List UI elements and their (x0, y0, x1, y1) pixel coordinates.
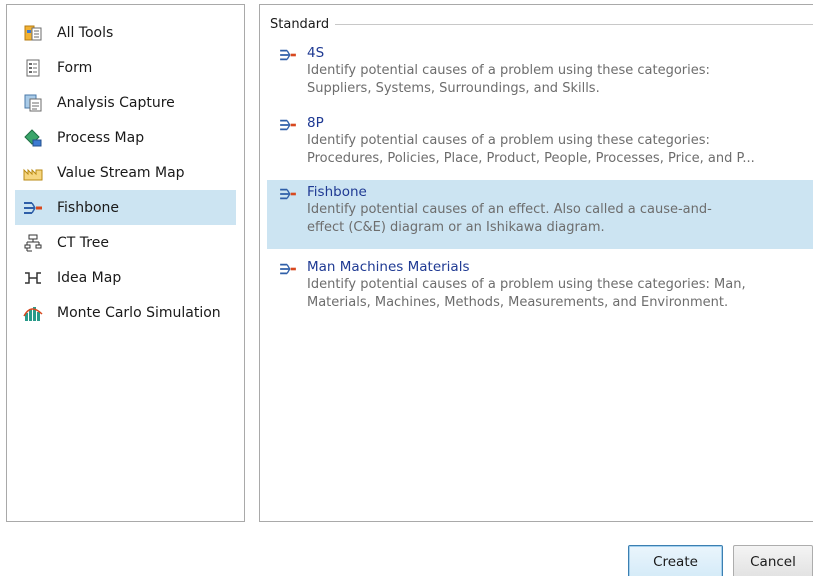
cancel-button[interactable]: Cancel (733, 545, 813, 576)
template-description: Procedures, Policies, Place, Product, Pe… (307, 151, 755, 166)
tool-item-idea-map[interactable]: Idea Map (15, 260, 236, 295)
idea-map-icon (23, 268, 43, 288)
tool-item-label: All Tools (57, 24, 114, 41)
template-name: Fishbone (307, 184, 367, 200)
fishbone-template-icon (280, 49, 296, 61)
tool-item-label: Fishbone (57, 199, 120, 216)
tool-item-process-map[interactable]: Process Map (15, 120, 236, 155)
tool-item-form[interactable]: Form (15, 50, 236, 85)
fishbone-icon (23, 198, 43, 218)
tool-item-label: Analysis Capture (57, 94, 175, 111)
tool-item-fishbone[interactable]: Fishbone (15, 190, 236, 225)
template-fishbone[interactable]: Fishbone Identify potential causes of an… (267, 180, 813, 249)
fishbone-template-icon (280, 263, 296, 275)
template-description: Suppliers, Systems, Surroundings, and Sk… (307, 81, 600, 96)
value-stream-map-icon (23, 163, 43, 183)
template-name: Man Machines Materials (307, 259, 470, 275)
tool-item-label: Idea Map (57, 269, 122, 286)
tool-item-label: Process Map (57, 129, 145, 146)
template-description: effect (C&E) diagram or an Ishikawa diag… (307, 220, 605, 235)
template-group-label: Standard (270, 17, 330, 32)
analysis-capture-icon (23, 93, 43, 113)
tool-item-monte-carlo-simulation[interactable]: Monte Carlo Simulation (15, 295, 236, 330)
template-description: Identify potential causes of a problem u… (307, 63, 710, 78)
fishbone-template-icon (280, 119, 296, 131)
tool-item-all-tools[interactable]: All Tools (15, 15, 236, 50)
tool-item-label: CT Tree (57, 234, 109, 251)
monte-carlo-icon (23, 303, 43, 323)
all-tools-icon (23, 23, 43, 43)
tool-item-label: Form (57, 59, 93, 76)
new-tool-dialog: All Tools Form Analysis Capture Process … (0, 0, 813, 576)
template-name: 4S (307, 45, 325, 61)
template-8p[interactable]: 8P Identify potential causes of a proble… (267, 111, 813, 172)
tool-item-analysis-capture[interactable]: Analysis Capture (15, 85, 236, 120)
group-divider (335, 24, 813, 25)
tool-item-ct-tree[interactable]: CT Tree (15, 225, 236, 260)
tool-category-list[interactable]: All Tools Form Analysis Capture Process … (6, 4, 245, 522)
template-group-header: Standard (270, 17, 813, 32)
template-list[interactable]: Standard 4S Identify potential causes of… (259, 4, 813, 522)
template-description: Identify potential causes of a problem u… (307, 133, 710, 148)
tool-item-label: Value Stream Map (57, 164, 185, 181)
template-description: Identify potential causes of a problem u… (307, 277, 746, 292)
ct-tree-icon (23, 233, 43, 253)
template-name: 8P (307, 115, 324, 131)
template-description: Materials, Machines, Methods, Measuremen… (307, 295, 729, 310)
template-man-machines-materials[interactable]: Man Machines Materials Identify potentia… (267, 255, 813, 316)
form-icon (23, 58, 43, 78)
tool-item-label: Monte Carlo Simulation (57, 304, 221, 321)
template-4s[interactable]: 4S Identify potential causes of a proble… (267, 41, 813, 102)
template-description: Identify potential causes of an effect. … (307, 202, 712, 217)
process-map-icon (23, 128, 43, 148)
tool-item-value-stream-map[interactable]: Value Stream Map (15, 155, 236, 190)
create-button[interactable]: Create (628, 545, 723, 576)
fishbone-template-icon (280, 188, 296, 200)
